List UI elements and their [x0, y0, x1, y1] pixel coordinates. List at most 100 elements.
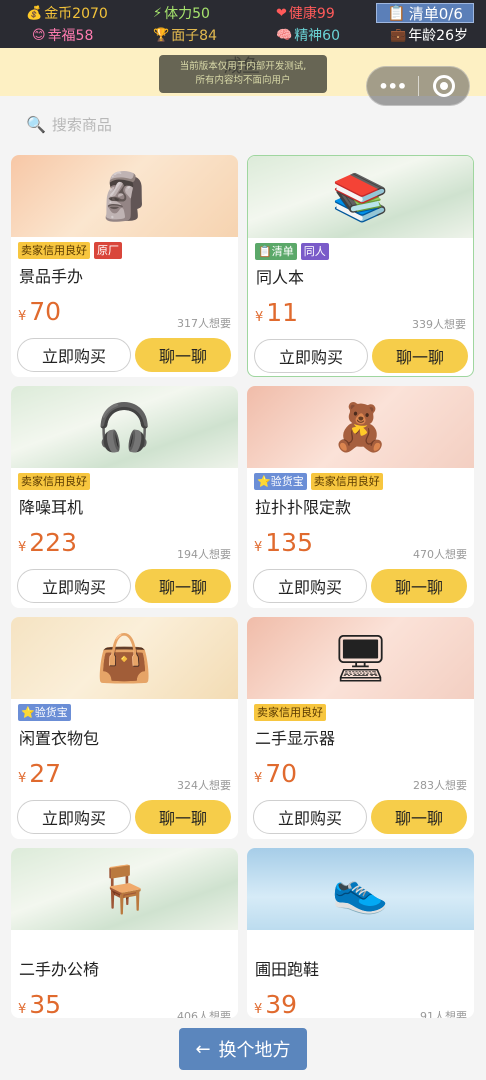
age-value: 年龄26岁: [408, 28, 469, 44]
buy-now-button[interactable]: 立即购买: [17, 338, 131, 372]
mini-program-capsule: •••: [366, 66, 470, 106]
product-tags: 📋清单 同人: [255, 243, 329, 260]
product-card[interactable]: 👜 ⭐验货宝闲置衣物包 ¥27 324人想要立即购买 聊一聊: [11, 617, 238, 839]
books-icon: 📚: [331, 170, 390, 224]
currency-symbol: ¥: [18, 309, 27, 324]
clipboard-icon: 📋: [387, 4, 406, 22]
product-title: 降噪耳机: [19, 498, 84, 517]
product-tags: 卖家信用良好: [18, 473, 90, 490]
more-icon[interactable]: •••: [367, 77, 418, 96]
product-tags: 卖家信用良好 原厂: [18, 242, 122, 259]
product-title: 闲置衣物包: [19, 729, 100, 748]
product-image[interactable]: 🪑: [11, 848, 238, 930]
product-image[interactable]: 📚: [248, 156, 473, 238]
dev-notice-line1: 当前版本仅用于内部开发测试,: [179, 61, 307, 72]
health-value: 健康99: [288, 6, 335, 22]
product-price: ¥27: [18, 759, 61, 788]
buy-now-button[interactable]: 立即购买: [253, 569, 367, 603]
price-value: 223: [29, 528, 77, 557]
close-target-icon[interactable]: [418, 75, 469, 97]
product-title: 二手办公椅: [19, 960, 100, 979]
want-count: 324人想要: [177, 779, 231, 792]
product-card[interactable]: 🪑 二手办公椅 ¥35 406人想要: [11, 848, 238, 1018]
price-value: 70: [265, 759, 298, 788]
product-image[interactable]: 👟: [247, 848, 474, 930]
shopping-list-label: 清单0/6: [408, 4, 463, 23]
arrow-left-icon: ←: [195, 1038, 211, 1060]
want-count: 194人想要: [177, 548, 231, 561]
gold-stat: 💰 金币2070: [26, 2, 108, 24]
chat-button[interactable]: 聊一聊: [135, 800, 231, 834]
tag-credit: 卖家信用良好: [310, 473, 383, 490]
monitor-icon: 🖥: [331, 631, 390, 685]
chat-button[interactable]: 聊一聊: [135, 569, 231, 603]
handbag-icon: 👜: [95, 631, 154, 685]
search-box[interactable]: 🔍 搜索商品: [26, 114, 112, 135]
brain-icon: 🧠: [276, 27, 293, 43]
want-count: 470人想要: [413, 548, 467, 561]
want-count: 339人想要: [412, 318, 466, 331]
spirit-value: 精神60: [294, 28, 341, 44]
product-card[interactable]: 📚 📋清单 同人 同人本 ¥11 339人想要 立即购买 聊一聊: [247, 155, 474, 377]
chat-button[interactable]: 聊一聊: [371, 569, 467, 603]
dev-notice: 当前版本仅用于内部开发测试, 所有内容均不面向用户: [159, 55, 327, 93]
chat-button[interactable]: 聊一聊: [135, 338, 231, 372]
lightning-icon: ⚡: [153, 5, 163, 21]
smile-icon: 😊: [32, 27, 46, 43]
price-value: 35: [29, 990, 62, 1018]
product-image[interactable]: 🧸: [247, 386, 474, 468]
chair-icon: 🪑: [95, 862, 154, 916]
product-price: ¥135: [254, 528, 313, 557]
product-image[interactable]: 🎧: [11, 386, 238, 468]
buy-now-button[interactable]: 立即购买: [17, 800, 131, 834]
change-location-button[interactable]: ← 换个地方: [179, 1028, 307, 1070]
want-count: 317人想要: [177, 317, 231, 330]
product-price: ¥11: [255, 298, 298, 327]
tag-credit: 卖家信用良好: [18, 242, 90, 259]
status-bar: 💰 金币2070 ⚡ 体力50 ❤ 健康99 📋 清单0/6 😊 幸福58 🏆 …: [0, 0, 486, 48]
currency-symbol: ¥: [254, 540, 263, 555]
happiness-stat: 😊 幸福58: [32, 24, 93, 46]
want-count: 91人想要: [420, 1010, 467, 1018]
spirit-stat: 🧠 精神60: [276, 24, 340, 46]
currency-symbol: ¥: [18, 540, 27, 555]
sneaker-icon: 👟: [331, 862, 390, 916]
product-image[interactable]: 👜: [11, 617, 238, 699]
chat-button[interactable]: 聊一聊: [371, 800, 467, 834]
age-stat: 💼 年龄26岁: [390, 24, 468, 46]
price-value: 39: [265, 990, 298, 1018]
product-title: 景品手办: [19, 267, 84, 286]
product-tags: 卖家信用良好: [254, 704, 326, 721]
product-image[interactable]: 🖥: [247, 617, 474, 699]
product-card[interactable]: 🗿 卖家信用良好 原厂 景品手办 ¥70 317人想要 立即购买 聊一聊: [11, 155, 238, 377]
buy-now-button[interactable]: 立即购买: [17, 569, 131, 603]
product-card[interactable]: 🖥 卖家信用良好 二手显示器 ¥70 283人想要 立即购买 聊一聊: [247, 617, 474, 839]
briefcase-icon: 💼: [390, 27, 407, 43]
buy-now-button[interactable]: 立即购买: [253, 800, 367, 834]
tag-safe: ⭐验货宝: [18, 704, 71, 721]
want-count: 283人想要: [413, 779, 467, 792]
face-stat: 🏆 面子84: [153, 24, 217, 46]
search-placeholder: 搜索商品: [51, 116, 112, 134]
currency-symbol: ¥: [18, 771, 27, 786]
product-card[interactable]: 🎧 卖家信用良好 降噪耳机 ¥223 194人想要立即购买 聊一聊: [11, 386, 238, 608]
product-card[interactable]: 👟 圃田跑鞋 ¥39 91人想要: [247, 848, 474, 1018]
tag-credit: 卖家信用良好: [18, 473, 90, 490]
face-value: 面子84: [171, 28, 218, 44]
price-value: 11: [266, 298, 299, 327]
heart-icon: ❤: [276, 5, 287, 21]
product-image[interactable]: 🗿: [11, 155, 238, 237]
product-title: 拉扑扑限定款: [255, 498, 352, 517]
product-price: ¥70: [254, 759, 297, 788]
money-bag-icon: 💰: [26, 5, 43, 21]
health-stat: ❤ 健康99: [276, 2, 335, 24]
dev-notice-line2: 所有内容均不面向用户: [195, 75, 291, 86]
shopping-list-button[interactable]: 📋 清单0/6: [376, 3, 474, 23]
product-card[interactable]: 🧸 ⭐验货宝 卖家信用良好 拉扑扑限定款 ¥135 470人想要 立即购买 聊一聊: [247, 386, 474, 608]
chat-button[interactable]: 聊一聊: [372, 339, 468, 373]
currency-symbol: ¥: [255, 310, 264, 325]
tag-list: 📋清单: [255, 243, 297, 260]
buy-now-button[interactable]: 立即购买: [254, 339, 368, 373]
gold-value: 金币2070: [44, 6, 108, 22]
currency-symbol: ¥: [254, 1002, 263, 1017]
